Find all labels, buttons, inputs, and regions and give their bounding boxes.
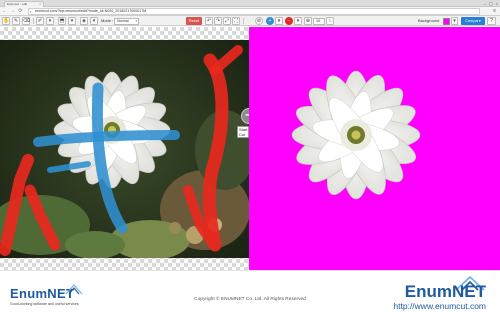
target-icon[interactable]: ⊘ (255, 17, 263, 25)
reset-button[interactable]: Reset (186, 17, 202, 25)
zoom-fit-icon[interactable]: ⤢ (223, 17, 231, 25)
stamp-options-icon[interactable]: ▾ (68, 17, 76, 25)
minimize-icon[interactable]: – (484, 0, 486, 7)
browser-tab-bar: Enumcut :: edit × – ▢ × (0, 0, 500, 7)
stamp-icon[interactable]: ⬒ (58, 17, 66, 25)
toolbar-divider (33, 18, 34, 24)
zoom-input[interactable]: 15 (313, 17, 325, 25)
chevron-down-icon: ▾ (135, 18, 137, 23)
browser-menu-icon[interactable]: ≡ (493, 8, 496, 15)
hand-icon[interactable]: ✋ (2, 17, 10, 25)
maximize-icon[interactable]: ▢ (489, 0, 493, 7)
zoom-stepper-icon[interactable]: ↕ (326, 17, 334, 25)
undo-icon[interactable]: ↶ (205, 17, 213, 25)
tab-title: Enumcut :: edit (7, 2, 28, 6)
site-url[interactable]: http://www.enumcut.com (393, 302, 486, 311)
reload-icon[interactable]: ⟳ (17, 8, 24, 15)
page-info-icon[interactable]: ▪ (30, 9, 31, 14)
editor-toolbar: ✋ ✎ ⌫ ✐ ▾ ⬒ ▾ ◈ ▾ Mode : Normal ▾ Reset … (0, 16, 500, 26)
shape-icon[interactable]: ◈ (80, 17, 88, 25)
logo-right-text: EnumNET (404, 282, 486, 301)
mode-select[interactable]: Normal ▾ (114, 17, 139, 25)
shape-options-icon[interactable]: ▾ (90, 17, 98, 25)
redo-icon[interactable]: ↷ (214, 17, 222, 25)
start-cut-button[interactable]: Start Cut (237, 126, 250, 138)
editor-workspace: ➜ Start Cut (0, 27, 500, 270)
cutout-flower (291, 70, 421, 200)
page-footer: EnumNET Good-working software and useful… (0, 270, 500, 322)
mode-value: Normal (117, 18, 129, 23)
zoom-icon[interactable]: ⊕ (304, 17, 312, 25)
url-field[interactable]: ▪ enumcut.com/?lcp=enumcut/edit?mode_id=… (28, 8, 480, 15)
background-color-swatch[interactable] (443, 17, 450, 25)
brush-size-icon[interactable]: ▾ (46, 17, 54, 25)
foreground-options-icon[interactable]: ▾ (275, 17, 283, 25)
toolbar-divider (243, 18, 244, 24)
brand-mark-icon (65, 284, 83, 295)
background-color-dropdown-icon[interactable]: ▾ (451, 17, 458, 25)
eraser-icon[interactable]: ⌫ (22, 17, 30, 25)
minus-color-icon[interactable]: − (285, 17, 293, 25)
mode-label: Mode : (101, 18, 114, 23)
forward-icon[interactable]: → (9, 8, 16, 15)
plus-color-icon[interactable]: + (266, 17, 274, 25)
back-icon[interactable]: ← (1, 8, 8, 15)
source-canvas[interactable]: ➜ Start Cut (0, 27, 257, 270)
enumnet-logo-right[interactable]: EnumNET http://www.enumcut.com (393, 283, 486, 311)
url-text: enumcut.com/?lcp=enumcut/edit?mode_id=N0… (35, 9, 147, 13)
close-window-icon[interactable]: × (496, 0, 498, 7)
logo-tagline: Good-working software and useful service… (10, 302, 79, 306)
help-icon[interactable]: ? (487, 17, 496, 25)
fullscreen-icon[interactable]: ⛶ (232, 17, 240, 25)
pen-icon[interactable]: ✎ (12, 17, 20, 25)
window-controls: – ▢ × (484, 0, 498, 7)
background-label: Background (418, 18, 440, 23)
background-options-icon[interactable]: ▾ (294, 17, 302, 25)
compare-button[interactable]: Compare (461, 17, 485, 25)
address-bar: ← → ⟳ ▪ enumcut.com/?lcp=enumcut/edit?mo… (0, 7, 500, 16)
brush-icon[interactable]: ✐ (36, 17, 44, 25)
result-canvas[interactable] (249, 27, 500, 270)
source-photo[interactable] (0, 40, 249, 258)
